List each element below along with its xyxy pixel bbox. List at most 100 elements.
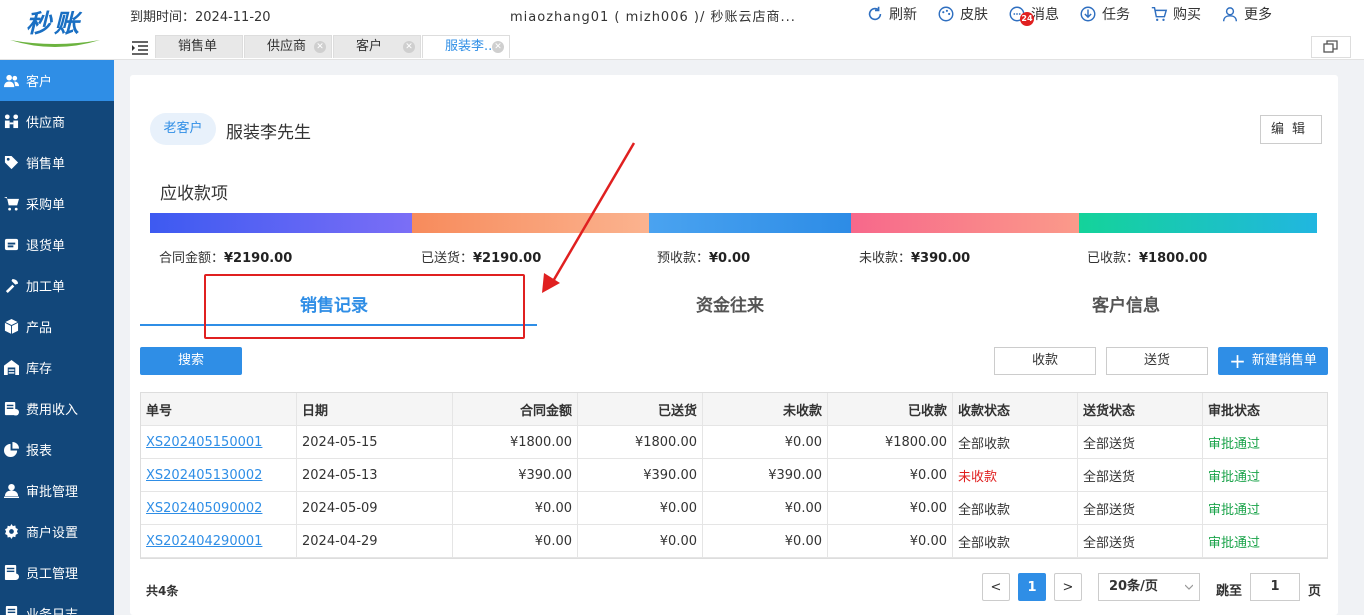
sidebar-item-label: 退货单 [26, 239, 66, 254]
summary-paid: 已收款：¥1800.00 [1087, 247, 1207, 266]
cell-paid: ¥0.00 [828, 459, 953, 491]
user-icon [1222, 7, 1238, 22]
sidebar-item-process-order[interactable]: 加工单 [0, 265, 114, 306]
col-delivered[interactable]: 已送货 [578, 393, 703, 425]
close-icon[interactable]: ✕ [403, 41, 415, 53]
tab-sales-order[interactable]: 销售单 [155, 35, 243, 58]
sidebar-item-product[interactable]: 产品 [0, 306, 114, 347]
logo-text: 秒账 [26, 9, 83, 38]
deliver-button[interactable]: 送货 [1106, 347, 1208, 375]
col-paid[interactable]: 已收款 [828, 393, 953, 425]
sidebar-item-business-log[interactable]: 业务日志 [0, 593, 114, 615]
annotation-arrow-icon [542, 142, 636, 293]
customer-name: 服装李先生 [226, 123, 311, 143]
new-sales-order-button[interactable]: + 新建销售单 [1218, 347, 1328, 375]
skin-button[interactable]: 皮肤 [937, 4, 988, 24]
buy-label: 购买 [1173, 7, 1201, 23]
order-link[interactable]: XS202404290001 [146, 534, 262, 549]
expire-date: 到期时间：2024-11-20 [130, 10, 271, 25]
order-link[interactable]: XS202405130002 [146, 468, 262, 483]
sidebar-item-supplier[interactable]: 供应商 [0, 101, 114, 142]
logo-swoosh-icon [10, 40, 100, 47]
buy-button[interactable]: 购买 [1150, 4, 1201, 24]
summary-value: ¥2190.00 [224, 251, 293, 266]
col-order-no[interactable]: 单号 [141, 393, 297, 425]
table-header: 单号 日期 合同金额 已送货 未收款 已收款 收款状态 送货状态 审批状态 [141, 393, 1327, 426]
sidebar-item-label: 商户设置 [26, 526, 79, 541]
col-contract-amount[interactable]: 合同金额 [453, 393, 578, 425]
jump-page-input[interactable]: 1 [1250, 573, 1300, 601]
sidebar-item-sales-order[interactable]: 销售单 [0, 142, 114, 183]
order-link[interactable]: XS202405090002 [146, 501, 262, 516]
refresh-icon [868, 6, 882, 21]
logo[interactable]: 秒账 [0, 0, 114, 60]
tab-supplier[interactable]: 供应商 ✕ [244, 35, 332, 58]
next-page-button[interactable]: > [1054, 573, 1082, 601]
table-row: XS202405130002 2024-05-13 ¥390.00 ¥390.0… [141, 459, 1327, 492]
sidebar-item-label: 审批管理 [26, 485, 79, 500]
refresh-button[interactable]: 刷新 [866, 4, 917, 24]
sidebar-item-approval[interactable]: 审批管理 [0, 470, 114, 511]
summary-value: ¥1800.00 [1139, 251, 1208, 266]
summary-label: 已收款： [1087, 251, 1140, 266]
col-date[interactable]: 日期 [297, 393, 453, 425]
page-size-select[interactable]: 20条/页 [1098, 573, 1200, 601]
windows-icon [1323, 40, 1338, 53]
cell-payment-status: 全部收款 [953, 426, 1078, 458]
task-label: 任务 [1102, 7, 1130, 23]
summary-contract: 合同金额：¥2190.00 [159, 247, 292, 266]
sidebar-item-inventory[interactable]: 库存 [0, 347, 114, 388]
cell-delivery-status: 全部送货 [1078, 492, 1203, 524]
close-tabs-button[interactable] [1311, 36, 1351, 58]
message-button[interactable]: 24 消息 [1008, 4, 1059, 26]
col-delivery-status[interactable]: 送货状态 [1078, 393, 1203, 425]
shop-info[interactable]: miaozhang01 ( mizh006 )/ 秒账云店商... [510, 6, 796, 25]
cell-date: 2024-05-15 [297, 426, 453, 458]
sidebar-item-return-order[interactable]: 退货单 [0, 224, 114, 265]
sidebar-item-expense-income[interactable]: 费用收入 [0, 388, 114, 429]
receive-button[interactable]: 收款 [994, 347, 1096, 375]
sidebar-item-merchant-settings[interactable]: 商户设置 [0, 511, 114, 552]
tag-icon [4, 155, 19, 170]
sidebar-item-staff[interactable]: 员工管理 [0, 552, 114, 593]
col-approval-status[interactable]: 审批状态 [1203, 393, 1327, 425]
cell-unpaid: ¥0.00 [703, 492, 828, 524]
tab-customer[interactable]: 客户 ✕ [333, 35, 421, 58]
task-button[interactable]: 任务 [1079, 4, 1130, 24]
sidebar-item-label: 报表 [26, 444, 53, 459]
search-button[interactable]: 搜索 [140, 347, 242, 375]
col-payment-status[interactable]: 收款状态 [953, 393, 1078, 425]
sidebar-item-report[interactable]: 报表 [0, 429, 114, 470]
tab-customer-detail[interactable]: 服装李... ✕ [422, 35, 510, 58]
tab-customer-info[interactable]: 客户信息 [1092, 291, 1160, 316]
tab-fund-flow[interactable]: 资金往来 [696, 291, 764, 316]
prev-page-button[interactable]: < [982, 573, 1010, 601]
receivables-summary: 合同金额：¥2190.00 已送货：¥2190.00 预收款：¥0.00 未收款… [150, 247, 1320, 266]
cell-order-no: XS202405130002 [141, 459, 297, 491]
edit-button[interactable]: 编辑 [1260, 115, 1322, 144]
cell-delivered: ¥0.00 [578, 525, 703, 557]
top-bar: 秒账 到期时间：2024-11-20 miaozhang01 ( mizh006… [0, 0, 1364, 60]
close-icon[interactable]: ✕ [314, 41, 326, 53]
table-row: XS202405090002 2024-05-09 ¥0.00 ¥0.00 ¥0… [141, 492, 1327, 525]
money-icon [4, 401, 19, 416]
cell-unpaid: ¥390.00 [703, 459, 828, 491]
sidebar-item-customer[interactable]: 客户 [0, 60, 114, 101]
cell-payment-status: 全部收款 [953, 525, 1078, 557]
tab-label: 销售单 [178, 39, 218, 54]
cell-delivered: ¥1800.00 [578, 426, 703, 458]
order-link[interactable]: XS202405150001 [146, 435, 262, 450]
staff-icon [4, 565, 19, 580]
summary-label: 预收款： [657, 251, 710, 266]
cell-approval-status: 审批通过 [1208, 436, 1261, 452]
cell-approval-status: 审批通过 [1208, 469, 1261, 485]
close-icon[interactable]: ✕ [492, 41, 504, 53]
cell-payment-status: 全部收款 [953, 492, 1078, 524]
cell-contract-amount: ¥0.00 [453, 492, 578, 524]
more-button[interactable]: 更多 [1221, 4, 1272, 24]
page-1-button[interactable]: 1 [1018, 573, 1046, 601]
menu-toggle-button[interactable] [128, 38, 152, 58]
col-unpaid[interactable]: 未收款 [703, 393, 828, 425]
sidebar-item-purchase-order[interactable]: 采购单 [0, 183, 114, 224]
sidebar: 客户 供应商 销售单 采购单 退货单 加工单 产品 库存 费用收入 报表 审批管… [0, 60, 114, 615]
